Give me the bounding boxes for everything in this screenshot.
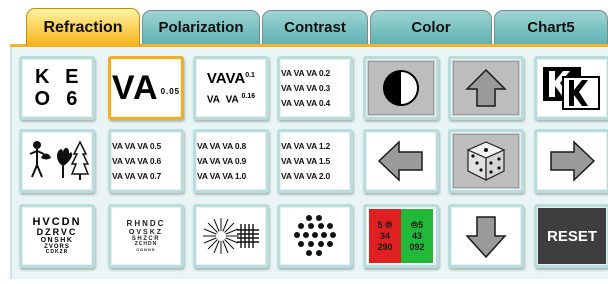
chart-row: RHNDC bbox=[126, 219, 166, 229]
va-line: VA VA VA 0.8 bbox=[197, 141, 247, 151]
va-lines-chart: VA VA VA 0.2 VA VA VA 0.3 VA VA VA 0.4 bbox=[281, 68, 349, 108]
va-line: VA VA VA 0.2 bbox=[281, 68, 331, 78]
chart-row: OVSKZ bbox=[128, 228, 164, 236]
sunburst-grid-icon bbox=[203, 218, 259, 254]
green-text-2: 43 bbox=[411, 230, 422, 241]
va-text: VA bbox=[206, 94, 221, 106]
va-text: VA bbox=[225, 94, 239, 106]
va-lines-chart: VA VA VA 0.5 VA VA VA 0.6 VA VA VA 0.7 bbox=[112, 141, 180, 181]
tab-polarization[interactable]: Polarization bbox=[142, 10, 260, 44]
red-text-2: 34 bbox=[379, 230, 390, 241]
letter-6: 6 bbox=[66, 88, 78, 110]
red-text-1: 5 ⦾ bbox=[377, 219, 393, 230]
hv-chart-button[interactable]: HVCDN DZRVC ONSHK ZVORS CDKZR bbox=[19, 204, 95, 268]
red-text-3: 290 bbox=[377, 241, 393, 252]
chart-row: ONSHK bbox=[40, 237, 74, 244]
va-mixed-line-2: VA VA 0.16 bbox=[207, 93, 255, 105]
va-value: 0.16 bbox=[241, 93, 256, 101]
va-lines-chart: VA VA VA 1.2 VA VA VA 1.5 VA VA VA 2.0 bbox=[281, 141, 349, 181]
va-lines-button-1[interactable]: VA VA VA 0.2 VA VA VA 0.3 VA VA VA 0.4 bbox=[277, 56, 353, 120]
arrow-down-button[interactable] bbox=[448, 204, 524, 268]
dice-icon bbox=[466, 141, 506, 181]
green-text-3: 092 bbox=[409, 241, 425, 252]
letter-o: O bbox=[34, 88, 50, 110]
va-line: VA VA VA 1.5 bbox=[281, 156, 331, 166]
k-overlay-button[interactable] bbox=[534, 56, 608, 120]
arrow-right-icon bbox=[550, 140, 596, 182]
va-mixed-line-1: VAVA0.1 bbox=[207, 70, 255, 87]
va-single-button[interactable]: VA 0.05 bbox=[108, 56, 184, 120]
red-green-chart: 5 ⦾ 34 290 ⦾5 43 092 bbox=[369, 209, 433, 263]
letter-e: E bbox=[65, 66, 79, 88]
tab-color[interactable]: Color bbox=[370, 10, 492, 44]
va-line: VA VA VA 0.7 bbox=[112, 171, 162, 181]
va-lines-button-4[interactable]: VA VA VA 1.2 VA VA VA 1.5 VA VA VA 2.0 bbox=[277, 129, 353, 193]
green-half: ⦾5 43 092 bbox=[401, 209, 433, 263]
half-circle-icon bbox=[383, 70, 419, 106]
chart-button-grid: K E O 6 VA 0.05 VAVA0.1 VA VA 0.16 VA VA… bbox=[10, 47, 608, 279]
refraction-panel: Polarization Contrast Color Chart5 Refra… bbox=[0, 0, 608, 284]
arrow-up-button[interactable] bbox=[448, 56, 524, 120]
chart-row: DZRVC bbox=[36, 227, 78, 237]
arrow-up-icon bbox=[465, 68, 507, 107]
letters-chart: K E O 6 bbox=[34, 67, 79, 109]
reset-button[interactable]: RESET bbox=[534, 204, 608, 268]
reset-label: RESET bbox=[546, 227, 597, 245]
va-text: VA bbox=[206, 70, 226, 88]
tab-chart5[interactable]: Chart5 bbox=[494, 10, 608, 44]
va-mixed-button[interactable]: VAVA0.1 VA VA 0.16 bbox=[193, 56, 269, 120]
va-lines-button-3[interactable]: VA VA VA 0.8 VA VA VA 0.9 VA VA VA 1.0 bbox=[193, 129, 269, 193]
chart-row: CDNNS bbox=[136, 246, 156, 252]
va-text: VA bbox=[225, 70, 246, 88]
green-text-1: ⦾5 bbox=[410, 219, 424, 230]
letter-k: K bbox=[34, 66, 50, 88]
va-value: 0.1 bbox=[245, 72, 255, 80]
va-single-text: VA bbox=[111, 68, 159, 107]
dot-cluster-icon bbox=[294, 215, 336, 256]
va-mixed-chart: VAVA0.1 VA VA 0.16 bbox=[207, 70, 255, 105]
sunburst-grid-button[interactable] bbox=[193, 204, 269, 268]
va-line: VA VA VA 0.3 bbox=[281, 83, 331, 93]
arrow-right-button[interactable] bbox=[534, 129, 608, 193]
va-lines-button-2[interactable]: VA VA VA 0.5 VA VA VA 0.6 VA VA VA 0.7 bbox=[108, 129, 184, 193]
va-line: VA VA VA 1.0 bbox=[197, 171, 247, 181]
va-lines-chart: VA VA VA 0.8 VA VA VA 0.9 VA VA VA 1.0 bbox=[197, 141, 265, 181]
rh-chart-button[interactable]: RHNDC OVSKZ SHZCR ZCHDN CDNNS bbox=[108, 204, 184, 268]
dice-button[interactable] bbox=[448, 129, 524, 193]
va-single-value: 0.05 bbox=[160, 86, 181, 96]
arrow-left-button[interactable] bbox=[363, 129, 439, 193]
tab-contrast[interactable]: Contrast bbox=[262, 10, 368, 44]
dot-cluster-button[interactable] bbox=[277, 204, 353, 268]
va-single-chart: VA 0.05 bbox=[112, 69, 180, 108]
va-line: VA VA VA 0.6 bbox=[112, 156, 162, 166]
red-green-button[interactable]: 5 ⦾ 34 290 ⦾5 43 092 bbox=[363, 204, 439, 268]
letters-chart-button[interactable]: K E O 6 bbox=[19, 56, 95, 120]
arrow-left-icon bbox=[377, 140, 423, 182]
va-line: VA VA VA 0.5 bbox=[112, 141, 162, 151]
k-overlay-icon bbox=[543, 67, 600, 110]
va-line: VA VA VA 0.4 bbox=[281, 98, 331, 108]
va-line: VA VA VA 1.2 bbox=[281, 141, 331, 151]
half-circle-button[interactable] bbox=[363, 56, 439, 120]
figures-icon bbox=[29, 140, 89, 180]
red-half: 5 ⦾ 34 290 bbox=[369, 209, 401, 263]
hv-letter-chart: HVCDN DZRVC ONSHK ZVORS CDKZR bbox=[32, 217, 81, 255]
tab-bar: Polarization Contrast Color Chart5 Refra… bbox=[0, 0, 608, 46]
arrow-down-icon bbox=[465, 216, 507, 259]
va-line: VA VA VA 0.9 bbox=[197, 156, 247, 166]
tab-refraction[interactable]: Refraction bbox=[26, 8, 140, 46]
va-line: VA VA VA 2.0 bbox=[281, 171, 331, 181]
figures-button[interactable] bbox=[19, 129, 95, 193]
rh-letter-chart: RHNDC OVSKZ SHZCR ZCHDN CDNNS bbox=[126, 219, 166, 252]
chart-row: CDKZR bbox=[45, 249, 69, 255]
